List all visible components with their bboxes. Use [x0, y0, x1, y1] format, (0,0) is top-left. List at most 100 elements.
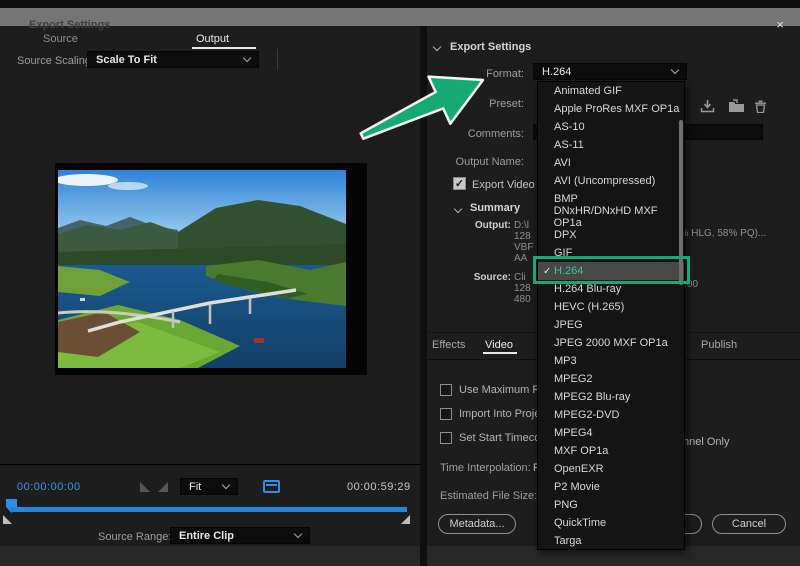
export-video-label: Export Video	[472, 179, 535, 191]
timeline-scrubber[interactable]	[10, 507, 407, 512]
format-option-label: MPEG2 Blu-ray	[554, 391, 630, 403]
format-option-label: BMP	[554, 193, 578, 205]
summary-header: Summary	[470, 202, 520, 214]
export-video-checkbox[interactable]: ✓	[453, 177, 466, 190]
title-bar[interactable]: Export Settings ×	[0, 8, 800, 26]
checkbox-icon[interactable]	[440, 408, 452, 420]
format-option-targa[interactable]: Targa	[538, 532, 684, 550]
format-option-jpeg-2000-mxf-op1a[interactable]: JPEG 2000 MXF OP1a	[538, 334, 684, 352]
tab-output[interactable]: Output	[196, 33, 229, 45]
export-settings-dialog: Export Settings × Source Output Source S…	[0, 0, 800, 566]
summary-output-line: AA	[514, 253, 527, 264]
close-icon[interactable]: ×	[776, 17, 784, 32]
format-option-avi-uncompressed-[interactable]: AVI (Uncompressed)	[538, 172, 684, 190]
format-option-label: JPEG	[554, 319, 583, 331]
format-option-mpeg4[interactable]: MPEG4	[538, 424, 684, 442]
format-option-label: PNG	[554, 499, 578, 511]
format-option-mp3[interactable]: MP3	[538, 352, 684, 370]
format-option-mpeg2[interactable]: MPEG2	[538, 370, 684, 388]
format-option-mpeg2-dvd[interactable]: MPEG2-DVD	[538, 406, 684, 424]
source-scaling-value: Scale To Fit	[96, 54, 157, 66]
option-set-start-timecode[interactable]: Set Start Timecode	[440, 432, 553, 444]
format-dropdown[interactable]: H.264	[533, 63, 687, 80]
source-scaling-dropdown[interactable]: Scale To Fit	[87, 51, 259, 68]
source-range-label: Source Range:	[98, 531, 171, 543]
format-option-label: P2 Movie	[554, 481, 600, 493]
chevron-down-icon	[671, 66, 679, 74]
summary-source-line: 480	[514, 294, 531, 305]
format-option-openexr[interactable]: OpenEXR	[538, 460, 684, 478]
format-option-quicktime[interactable]: QuickTime	[538, 514, 684, 532]
option-import-into-project[interactable]: Import Into Project	[440, 408, 549, 420]
tab-effects[interactable]: Effects	[432, 339, 465, 351]
metadata-button[interactable]: Metadata...	[438, 514, 516, 534]
format-option-label: H.264 Blu-ray	[554, 283, 621, 295]
summary-output-label: Output:	[455, 220, 511, 231]
checkbox-icon[interactable]	[440, 432, 452, 444]
summary-output-line: VBF	[514, 242, 533, 253]
format-option-label: Animated GIF	[554, 85, 622, 97]
top-strip	[0, 0, 800, 8]
preview-image	[58, 170, 346, 368]
summary-source-line: Cli	[514, 272, 526, 283]
format-option-label: AS-10	[554, 121, 585, 133]
step-back-icon[interactable]	[140, 482, 150, 492]
tab-video-underline	[483, 352, 517, 354]
checkbox-icon[interactable]	[440, 384, 452, 396]
format-option-label: DNxHR/DNxHD MXF OP1a	[554, 205, 684, 229]
format-option-p2-movie[interactable]: P2 Movie	[538, 478, 684, 496]
save-preset-icon[interactable]	[700, 99, 715, 113]
time-interpolation-label: Time Interpolation:	[440, 462, 531, 474]
out-point-handle[interactable]	[401, 515, 410, 524]
delete-preset-icon[interactable]	[754, 99, 767, 113]
format-option-label: AVI (Uncompressed)	[554, 175, 655, 187]
format-option-mxf-op1a[interactable]: MXF OP1a	[538, 442, 684, 460]
format-option-as-10[interactable]: AS-10	[538, 118, 684, 136]
zoom-fit-dropdown[interactable]: Fit	[180, 478, 238, 495]
duration-timecode: 00:00:59:29	[347, 481, 411, 493]
channel-only-fragment: nnel Only	[683, 436, 729, 448]
format-option-label: MXF OP1a	[554, 445, 608, 457]
format-option-jpeg[interactable]: JPEG	[538, 316, 684, 334]
source-range-value: Entire Clip	[179, 530, 234, 542]
format-option-label: OpenEXR	[554, 463, 604, 475]
format-option-label: HEVC (H.265)	[554, 301, 624, 313]
source-scaling-label: Source Scaling:	[17, 55, 94, 67]
chevron-down-icon	[243, 54, 251, 62]
step-forward-icon[interactable]	[158, 482, 168, 492]
chevron-down-icon[interactable]	[433, 43, 441, 51]
format-option-as-11[interactable]: AS-11	[538, 136, 684, 154]
format-option-label: Apple ProRes MXF OP1a	[554, 103, 679, 115]
summary-source-line: 128	[514, 283, 531, 294]
output-name-label: Output Name:	[430, 156, 524, 168]
current-timecode[interactable]: 00:00:00:00	[17, 481, 81, 493]
format-option-avi[interactable]: AVI	[538, 154, 684, 172]
dialog-title: Export Settings	[29, 19, 110, 31]
source-range-dropdown[interactable]: Entire Clip	[170, 527, 310, 544]
format-option-label: AVI	[554, 157, 571, 169]
format-option-apple-prores-mxf-op1a[interactable]: Apple ProRes MXF OP1a	[538, 100, 684, 118]
format-option-label: MPEG2	[554, 373, 593, 385]
format-option-mpeg2-blu-ray[interactable]: MPEG2 Blu-ray	[538, 388, 684, 406]
format-option-png[interactable]: PNG	[538, 496, 684, 514]
format-option-label: AS-11	[554, 139, 584, 151]
tab-source[interactable]: Source	[43, 33, 78, 45]
format-option-animated-gif[interactable]: Animated GIF	[538, 82, 684, 100]
transport-divider	[0, 464, 420, 465]
import-preset-icon[interactable]	[728, 99, 745, 113]
tab-publish[interactable]: Publish	[701, 339, 737, 351]
in-point-handle[interactable]	[3, 515, 12, 524]
highlight-annotation-box	[533, 256, 690, 284]
export-settings-header: Export Settings	[450, 41, 531, 53]
chevron-down-icon[interactable]	[454, 205, 462, 213]
format-option-label: MP3	[554, 355, 577, 367]
format-option-label: MPEG4	[554, 427, 593, 439]
tab-video[interactable]: Video	[485, 339, 513, 351]
aspect-zoom-icon[interactable]	[263, 480, 280, 493]
format-option-dnxhr-dnxhd-mxf-op1a[interactable]: DNxHR/DNxHD MXF OP1a	[538, 208, 684, 226]
option-use-maximum-ren[interactable]: Use Maximum Ren	[440, 384, 553, 396]
cancel-button[interactable]: Cancel	[712, 514, 786, 534]
zoom-fit-value: Fit	[189, 481, 201, 493]
format-option-hevc-h-265-[interactable]: HEVC (H.265)	[538, 298, 684, 316]
summary-output-line: D:\l	[514, 220, 529, 231]
